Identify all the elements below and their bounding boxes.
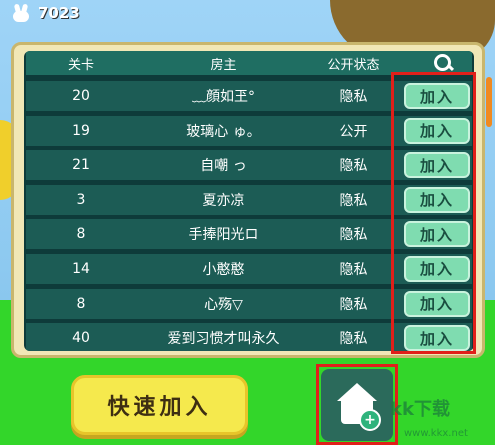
row-status: 隐私 [339, 261, 368, 278]
row-owner: 手捧阳光ロ [188, 227, 259, 244]
house-plus-icon: + [335, 383, 381, 431]
header-owner: 房主 [210, 57, 237, 73]
row-status: 隐私 [339, 331, 368, 348]
row-level: 20 [72, 88, 90, 104]
rabbit-icon [10, 3, 32, 22]
row-level: 14 [72, 260, 90, 277]
row-level: 8 [76, 295, 86, 312]
search-icon[interactable] [428, 53, 458, 73]
row-status: 隐私 [339, 227, 368, 244]
row-owner: 自嘲 っ [200, 158, 247, 175]
join-column-highlight [391, 72, 476, 354]
coin-count: 7023 [38, 4, 80, 22]
row-owner: 小憨憨 [202, 261, 245, 278]
row-level: 3 [76, 191, 86, 208]
row-level: 19 [72, 122, 90, 139]
header-level: 关卡 [67, 57, 94, 73]
row-status: 公开 [339, 123, 368, 140]
scrollbar-thumb[interactable] [486, 77, 492, 127]
watermark-text: kk下载 [390, 399, 450, 420]
row-owner: 夏亦凉 [202, 192, 245, 209]
header-status: 公开状态 [327, 57, 380, 73]
row-level: 8 [76, 226, 86, 243]
row-status: 隐私 [339, 89, 368, 105]
watermark-url: www.kkx.net [404, 428, 468, 439]
row-level: 40 [72, 330, 90, 347]
row-level: 21 [72, 157, 90, 174]
quick-join-button[interactable]: 快速加入 [71, 375, 248, 435]
player-bar: 7023 [10, 2, 80, 24]
create-room-button[interactable]: + [321, 369, 393, 441]
row-owner: ﹏顔如玊° [192, 89, 255, 105]
row-owner: 爱到习惯才叫永久 [167, 331, 280, 348]
row-status: 隐私 [339, 296, 368, 313]
row-owner: 玻璃心 ゅ。 [186, 123, 261, 140]
row-status: 隐私 [339, 158, 368, 175]
row-status: 隐私 [339, 192, 368, 209]
row-owner: 心殇▽ [204, 296, 243, 313]
